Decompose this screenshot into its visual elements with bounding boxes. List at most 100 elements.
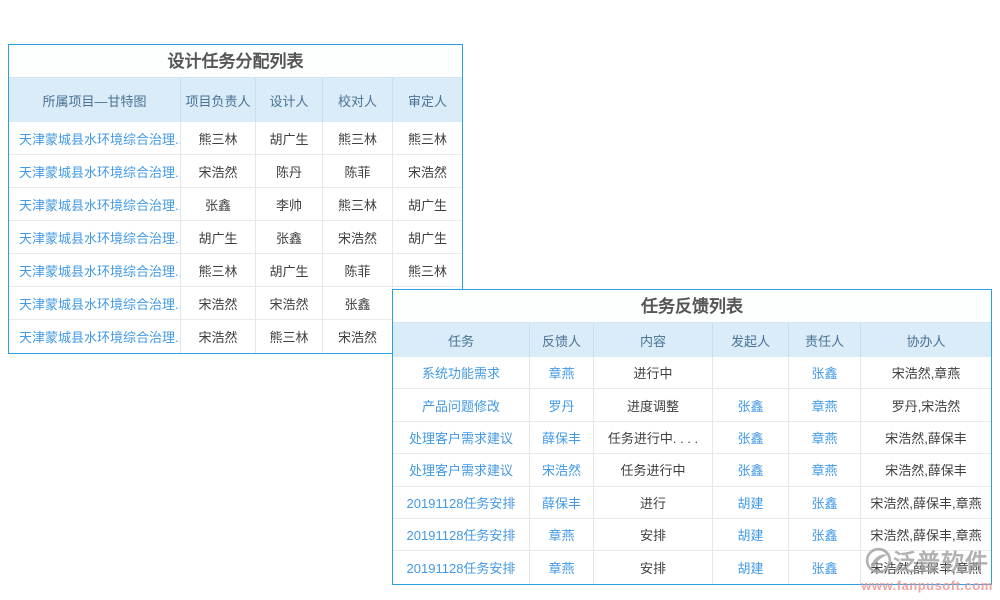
- initiator-link: [713, 357, 789, 388]
- manager-cell: 宋浩然: [181, 155, 256, 187]
- manager-cell: 熊三林: [181, 254, 256, 286]
- assistants-cell: 宋浩然,薛保丰,章燕: [861, 519, 991, 550]
- proofreader-cell: 熊三林: [323, 188, 393, 220]
- proofreader-cell: 陈菲: [323, 254, 393, 286]
- designer-cell: 宋浩然: [256, 287, 323, 319]
- initiator-link[interactable]: 胡建: [713, 487, 789, 518]
- assistants-cell: 宋浩然,章燕: [861, 357, 991, 388]
- owner-link[interactable]: 张鑫: [789, 551, 861, 583]
- approver-cell: 胡广生: [393, 221, 462, 253]
- task-link[interactable]: 20191128任务安排: [393, 487, 530, 518]
- feedback-by-link[interactable]: 薛保丰: [530, 422, 594, 453]
- task-link[interactable]: 处理客户需求建议: [393, 422, 530, 453]
- feedback-by-link[interactable]: 薛保丰: [530, 487, 594, 518]
- design-table-row: 天津蒙城县水环境综合治理...张鑫李帅熊三林胡广生: [9, 188, 462, 221]
- designer-cell: 张鑫: [256, 221, 323, 253]
- project-link[interactable]: 天津蒙城县水环境综合治理...: [9, 221, 181, 253]
- content-cell: 安排: [594, 519, 713, 550]
- feedback-table-row: 20191128任务安排薛保丰进行胡建张鑫宋浩然,薛保丰,章燕: [393, 487, 991, 519]
- content-cell: 进度调整: [594, 389, 713, 420]
- proofreader-cell: 熊三林: [323, 122, 393, 154]
- task-link[interactable]: 产品问题修改: [393, 389, 530, 420]
- initiator-link[interactable]: 张鑫: [713, 454, 789, 485]
- design-table-row: 天津蒙城县水环境综合治理...熊三林胡广生陈菲熊三林: [9, 254, 462, 287]
- content-cell: 进行: [594, 487, 713, 518]
- task-link[interactable]: 系统功能需求: [393, 357, 530, 388]
- column-header-manager: 项目负责人: [181, 78, 256, 122]
- designer-cell: 陈丹: [256, 155, 323, 187]
- proofreader-cell: 宋浩然: [323, 221, 393, 253]
- initiator-link[interactable]: 胡建: [713, 519, 789, 550]
- column-header-task: 任务: [393, 323, 530, 357]
- proofreader-cell: 张鑫: [323, 287, 393, 319]
- owner-link[interactable]: 张鑫: [789, 487, 861, 518]
- content-cell: 进行中: [594, 357, 713, 388]
- design-table-row: 天津蒙城县水环境综合治理...熊三林胡广生熊三林熊三林: [9, 122, 462, 155]
- approver-cell: 宋浩然: [393, 155, 462, 187]
- column-header-approver: 审定人: [393, 78, 462, 122]
- project-link[interactable]: 天津蒙城县水环境综合治理...: [9, 254, 181, 286]
- task-link[interactable]: 处理客户需求建议: [393, 454, 530, 485]
- manager-cell: 宋浩然: [181, 287, 256, 319]
- designer-cell: 胡广生: [256, 122, 323, 154]
- feedback-table-row: 20191128任务安排章燕安排胡建张鑫宋浩然,薛保丰,章燕: [393, 551, 991, 583]
- initiator-link[interactable]: 胡建: [713, 551, 789, 583]
- owner-link[interactable]: 章燕: [789, 422, 861, 453]
- design-table-row: 天津蒙城县水环境综合治理...宋浩然陈丹陈菲宋浩然: [9, 155, 462, 188]
- column-header-content: 内容: [594, 323, 713, 357]
- owner-link[interactable]: 章燕: [789, 389, 861, 420]
- manager-cell: 宋浩然: [181, 320, 256, 353]
- manager-cell: 熊三林: [181, 122, 256, 154]
- proofreader-cell: 宋浩然: [323, 320, 393, 353]
- column-header-project: 所属项目—甘特图: [9, 78, 181, 122]
- proofreader-cell: 陈菲: [323, 155, 393, 187]
- column-header-assistants: 协办人: [861, 323, 991, 357]
- assistants-cell: 宋浩然,薛保丰,章燕: [861, 487, 991, 518]
- project-link[interactable]: 天津蒙城县水环境综合治理...: [9, 320, 181, 353]
- assistants-cell: 宋浩然,薛保丰,章燕: [861, 551, 991, 583]
- feedback-table-row: 20191128任务安排章燕安排胡建张鑫宋浩然,薛保丰,章燕: [393, 519, 991, 551]
- column-header-initiator: 发起人: [713, 323, 789, 357]
- project-link[interactable]: 天津蒙城县水环境综合治理...: [9, 287, 181, 319]
- designer-cell: 熊三林: [256, 320, 323, 353]
- owner-link[interactable]: 张鑫: [789, 357, 861, 388]
- feedback-by-link[interactable]: 宋浩然: [530, 454, 594, 485]
- assistants-cell: 宋浩然,薛保丰: [861, 422, 991, 453]
- owner-link[interactable]: 张鑫: [789, 519, 861, 550]
- approver-cell: 胡广生: [393, 188, 462, 220]
- project-link[interactable]: 天津蒙城县水环境综合治理...: [9, 122, 181, 154]
- feedback-by-link[interactable]: 罗丹: [530, 389, 594, 420]
- feedback-table-row: 系统功能需求章燕进行中 张鑫宋浩然,章燕: [393, 357, 991, 389]
- initiator-link[interactable]: 张鑫: [713, 422, 789, 453]
- design-table-row: 天津蒙城县水环境综合治理...胡广生张鑫宋浩然胡广生: [9, 221, 462, 254]
- feedback-table-row: 处理客户需求建议薛保丰任务进行中. . . .张鑫章燕宋浩然,薛保丰: [393, 422, 991, 454]
- assistants-cell: 宋浩然,薛保丰: [861, 454, 991, 485]
- project-link[interactable]: 天津蒙城县水环境综合治理...: [9, 188, 181, 220]
- project-link[interactable]: 天津蒙城县水环境综合治理...: [9, 155, 181, 187]
- design-table-header: 所属项目—甘特图 项目负责人 设计人 校对人 审定人: [9, 78, 462, 122]
- approver-cell: 熊三林: [393, 254, 462, 286]
- design-table-title: 设计任务分配列表: [9, 45, 462, 78]
- task-link[interactable]: 20191128任务安排: [393, 551, 530, 583]
- designer-cell: 李帅: [256, 188, 323, 220]
- initiator-link[interactable]: 张鑫: [713, 389, 789, 420]
- approver-cell: 熊三林: [393, 122, 462, 154]
- assistants-cell: 罗丹,宋浩然: [861, 389, 991, 420]
- column-header-proofreader: 校对人: [323, 78, 393, 122]
- column-header-designer: 设计人: [256, 78, 323, 122]
- feedback-table-body: 系统功能需求章燕进行中张鑫宋浩然,章燕产品问题修改罗丹进度调整张鑫章燕罗丹,宋浩…: [393, 357, 991, 584]
- feedback-by-link[interactable]: 章燕: [530, 551, 594, 583]
- task-feedback-table: 任务反馈列表 任务 反馈人 内容 发起人 责任人 协办人 系统功能需求章燕进行中…: [392, 289, 992, 585]
- content-cell: 安排: [594, 551, 713, 583]
- feedback-table-title: 任务反馈列表: [393, 290, 991, 323]
- column-header-feedback-by: 反馈人: [530, 323, 594, 357]
- feedback-table-header: 任务 反馈人 内容 发起人 责任人 协办人: [393, 323, 991, 357]
- feedback-table-row: 处理客户需求建议宋浩然任务进行中张鑫章燕宋浩然,薛保丰: [393, 454, 991, 486]
- designer-cell: 胡广生: [256, 254, 323, 286]
- task-link[interactable]: 20191128任务安排: [393, 519, 530, 550]
- feedback-table-row: 产品问题修改罗丹进度调整张鑫章燕罗丹,宋浩然: [393, 389, 991, 421]
- owner-link[interactable]: 章燕: [789, 454, 861, 485]
- feedback-by-link[interactable]: 章燕: [530, 519, 594, 550]
- feedback-by-link[interactable]: 章燕: [530, 357, 594, 388]
- content-cell: 任务进行中: [594, 454, 713, 485]
